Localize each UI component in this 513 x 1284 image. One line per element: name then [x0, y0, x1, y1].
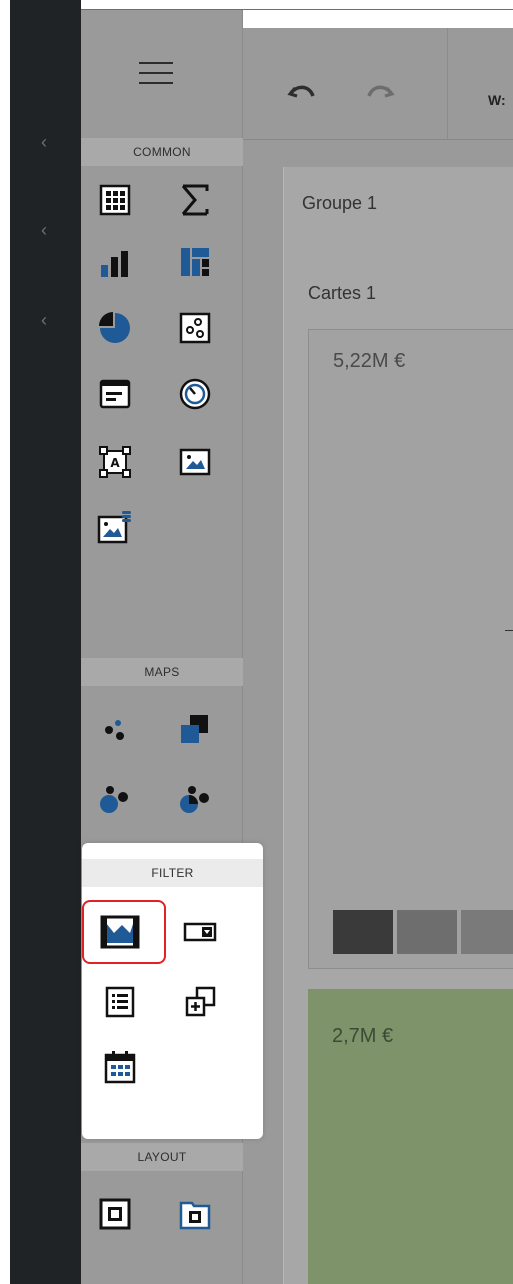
bar-chart-button[interactable]: [91, 238, 139, 286]
card-value: 2,7M €: [332, 1025, 394, 1047]
list-box-button[interactable]: [96, 978, 144, 1026]
section-header-layout: LAYOUT: [81, 1143, 243, 1171]
summary-button[interactable]: [171, 176, 219, 224]
treemap-icon: [181, 248, 209, 276]
card-item[interactable]: 5,22M €: [308, 329, 513, 969]
treemap-button[interactable]: [171, 238, 219, 286]
menu-button[interactable]: [81, 28, 243, 132]
scatter-button[interactable]: [171, 304, 219, 352]
geo-point-map-icon: [105, 720, 124, 740]
bar-chart-icon: [101, 251, 128, 277]
card-icon: [99, 379, 131, 409]
list-box-icon: [105, 986, 135, 1018]
bubble-map-button[interactable]: [91, 774, 139, 822]
section-header-common: COMMON: [81, 138, 243, 166]
section-header-filter: FILTER: [82, 859, 263, 887]
bound-image-button[interactable]: [91, 504, 139, 552]
svg-text:A: A: [110, 456, 120, 470]
tab-container-icon: [179, 1201, 211, 1230]
text-box-icon: A: [99, 446, 131, 478]
card-button[interactable]: [91, 370, 139, 418]
sparkline-tick: [505, 630, 513, 631]
gauge-button[interactable]: [171, 370, 219, 418]
group-title: Groupe 1: [302, 193, 378, 213]
chevron-left-icon[interactable]: ‹: [34, 220, 54, 240]
image-icon: [179, 448, 211, 476]
choropleth-map-icon: [181, 715, 208, 743]
section-header-maps: MAPS: [81, 658, 243, 686]
geo-point-map-button[interactable]: [91, 706, 139, 754]
image-button[interactable]: [171, 438, 219, 486]
grid-button[interactable]: [91, 176, 139, 224]
color-swatch: [461, 910, 513, 954]
scatter-icon: [179, 312, 211, 344]
choropleth-map-button[interactable]: [171, 706, 219, 754]
range-filter-button[interactable]: [96, 908, 144, 956]
cards-title: Cartes 1: [308, 283, 377, 303]
card-item[interactable]: 2,7M €: [308, 989, 513, 1284]
grid-icon: [99, 184, 131, 216]
group-button[interactable]: [91, 1190, 139, 1238]
toolbar-separator: [447, 28, 448, 140]
redo-button[interactable]: [365, 82, 395, 106]
tree-view-icon: [185, 986, 216, 1017]
hamburger-menu-icon: [139, 62, 173, 84]
pie-chart-button[interactable]: [91, 304, 139, 352]
group-icon: [99, 1198, 131, 1230]
text-box-button[interactable]: A: [91, 438, 139, 486]
tree-view-button[interactable]: [176, 978, 224, 1026]
group-item[interactable]: Groupe 1 Cartes 1 5,22M € 2,7M €: [283, 167, 513, 1284]
undo-icon: [287, 85, 315, 98]
undo-button[interactable]: [287, 82, 317, 106]
top-border: [81, 0, 513, 10]
gauge-icon: [179, 378, 211, 410]
bubble-map-icon: [100, 786, 128, 813]
color-swatch: [333, 910, 393, 954]
header-toolbar: W:: [243, 28, 513, 140]
bound-image-icon: [97, 511, 131, 544]
pie-map-button[interactable]: [171, 774, 219, 822]
filter-section-highlight: FILTER: [82, 843, 263, 1139]
date-filter-icon: [104, 1051, 136, 1084]
tab-container-button[interactable]: [171, 1190, 219, 1238]
card-value: 5,22M €: [333, 350, 406, 372]
pie-map-icon: [180, 786, 209, 813]
range-filter-icon: [100, 915, 140, 949]
collapsed-side-rail: ‹ ‹ ‹: [10, 0, 81, 1284]
combo-box-button[interactable]: [176, 908, 224, 956]
pie-chart-icon: [99, 312, 130, 343]
chevron-left-icon[interactable]: ‹: [34, 310, 54, 330]
redo-icon: [367, 85, 395, 98]
toolbar-label: W:: [488, 92, 506, 108]
sigma-icon: [181, 184, 209, 216]
dashboard-canvas: Groupe 1 Cartes 1 5,22M € 2,7M €: [243, 140, 513, 1284]
left-margin: [0, 0, 10, 1284]
chevron-left-icon[interactable]: ‹: [34, 132, 54, 152]
date-filter-button[interactable]: [96, 1043, 144, 1091]
combo-box-icon: [183, 922, 217, 942]
color-swatch: [397, 910, 457, 954]
